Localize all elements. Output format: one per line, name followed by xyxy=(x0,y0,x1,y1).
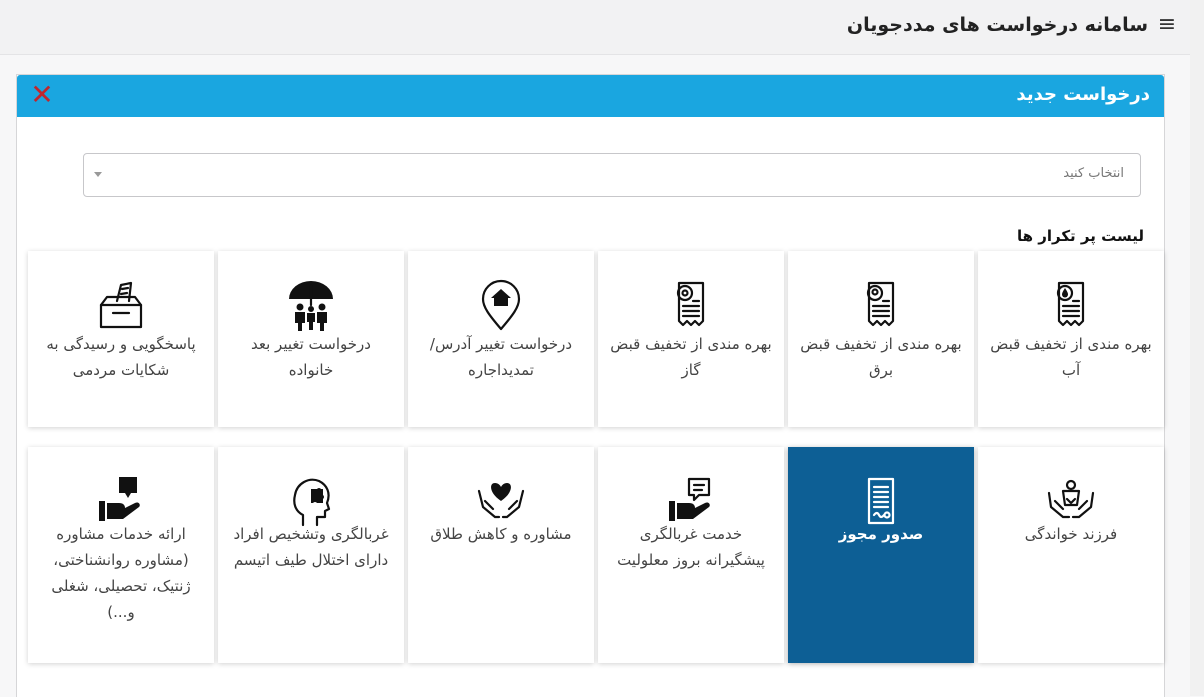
card-label: پاسخگویی و رسیدگی به شکایات مردمی xyxy=(46,335,196,379)
electric-bill-icon xyxy=(866,281,895,327)
card-gas-bill[interactable]: بهره مندی از تخفیف قبض گاز xyxy=(598,251,784,427)
card-label: درخواست تغییر آدرس/ تمدیداجاره xyxy=(429,335,573,379)
card-water-bill[interactable]: بهره مندی از تخفیف قبض آب xyxy=(978,251,1164,427)
card-label: غربالگری وتشخیص افراد دارای اختلال طیف ا… xyxy=(233,525,389,569)
scrollbar[interactable] xyxy=(1190,0,1204,696)
card-label: خدمت غربالگری پیشگیرانه بروز معلولیت xyxy=(617,525,765,569)
card-license-issue[interactable]: صدور مجوز xyxy=(788,447,974,663)
top-bar: ≡ سامانه درخواست های مددجویان xyxy=(0,0,1190,55)
card-label: مشاوره و کاهش طلاق xyxy=(430,525,572,543)
card-disability-screening[interactable]: خدمت غربالگری پیشگیرانه بروز معلولیت xyxy=(598,447,784,663)
card-address-change[interactable]: درخواست تغییر آدرس/ تمدیداجاره xyxy=(408,251,594,427)
select-placeholder: انتخاب کنید xyxy=(1063,166,1124,181)
card-complaints[interactable]: پاسخگویی و رسیدگی به شکایات مردمی xyxy=(28,251,214,427)
family-umbrella-icon xyxy=(289,281,333,331)
card-label: بهره مندی از تخفیف قبض آب xyxy=(990,335,1152,379)
card-label: فرزند خواندگی xyxy=(1024,525,1118,543)
card-label: صدور مجوز xyxy=(838,525,924,543)
request-type-select[interactable]: انتخاب کنید xyxy=(83,153,1141,197)
complaint-box-icon xyxy=(99,281,143,329)
app-title: سامانه درخواست های مددجویان xyxy=(846,14,1148,36)
card-label: بهره مندی از تخفیف قبض برق xyxy=(800,335,962,379)
card-counseling-services[interactable]: ارائه خدمات مشاوره (مشاوره روانشناختی، ژ… xyxy=(28,447,214,663)
water-bill-icon xyxy=(1056,281,1085,327)
card-family-change[interactable]: درخواست تغییر بعد خانواده xyxy=(218,251,404,427)
card-label: ارائه خدمات مشاوره (مشاوره روانشناختی، ژ… xyxy=(51,525,191,621)
card-adoption[interactable]: فرزند خواندگی xyxy=(978,447,1164,663)
frequent-list-title: لیست پر تکرار ها xyxy=(1016,227,1144,245)
card-electric-bill[interactable]: بهره مندی از تخفیف قبض برق xyxy=(788,251,974,427)
card-label: بهره مندی از تخفیف قبض گاز xyxy=(610,335,772,379)
panel-title: درخواست جدید xyxy=(1016,84,1150,105)
card-divorce-counseling[interactable]: مشاوره و کاهش طلاق xyxy=(408,447,594,663)
close-icon[interactable]: ✕ xyxy=(29,81,55,109)
card-label: درخواست تغییر بعد خانواده xyxy=(251,335,371,379)
panel-header: درخواست جدید ✕ xyxy=(17,75,1164,117)
home-pin-icon xyxy=(481,279,521,331)
chevron-down-icon xyxy=(94,172,102,177)
hamburger-icon[interactable]: ≡ xyxy=(1156,14,1178,36)
gas-bill-icon xyxy=(676,281,705,327)
new-request-panel: درخواست جدید ✕ انتخاب کنید لیست پر تکرار… xyxy=(16,74,1165,697)
card-autism-screening[interactable]: غربالگری وتشخیص افراد دارای اختلال طیف ا… xyxy=(218,447,404,663)
